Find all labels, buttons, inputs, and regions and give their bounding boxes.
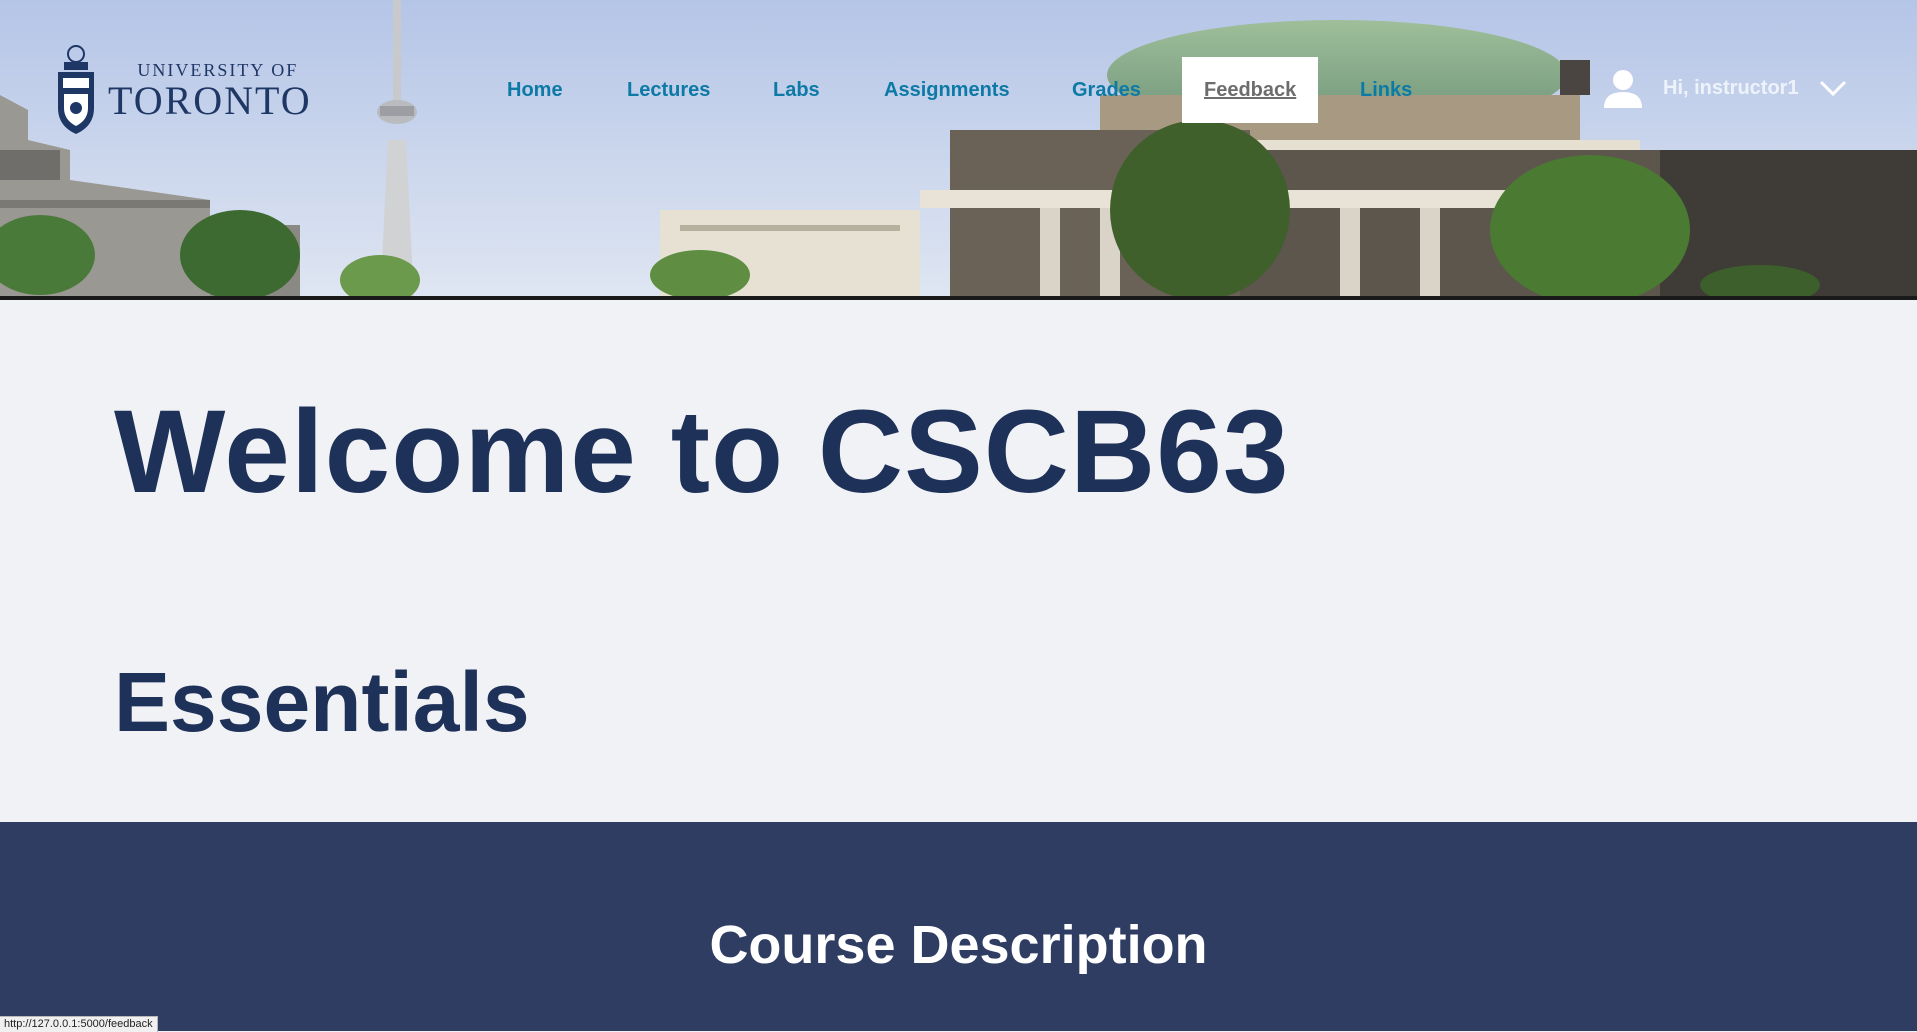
nav-grades[interactable]: Grades <box>1072 57 1141 123</box>
user-menu[interactable]: Hi, instructor1 <box>1603 68 1847 108</box>
link-status-bar: http://127.0.0.1:5000/feedback <box>0 1016 158 1032</box>
main-content: Welcome to CSCB63 Essentials <box>0 304 1917 822</box>
course-description-section: Course Description <box>0 822 1917 1031</box>
page-title: Welcome to CSCB63 <box>114 386 1290 518</box>
nav-assignments[interactable]: Assignments <box>884 57 1010 123</box>
nav-links[interactable]: Links <box>1360 57 1412 123</box>
course-description-heading: Course Description <box>709 915 1208 975</box>
user-greeting: Hi, instructor1 <box>1663 76 1799 99</box>
nav-home[interactable]: Home <box>507 57 563 123</box>
header-banner: UNIVERSITY OF TORONTO Home Lectures Labs… <box>0 0 1917 300</box>
user-icon <box>1604 70 1642 108</box>
nav-feedback[interactable]: Feedback <box>1182 57 1319 123</box>
chevron-down-icon[interactable] <box>1819 79 1847 97</box>
nav-lectures[interactable]: Lectures <box>627 57 710 123</box>
essentials-heading: Essentials <box>114 655 530 749</box>
nav-labs[interactable]: Labs <box>773 57 820 123</box>
